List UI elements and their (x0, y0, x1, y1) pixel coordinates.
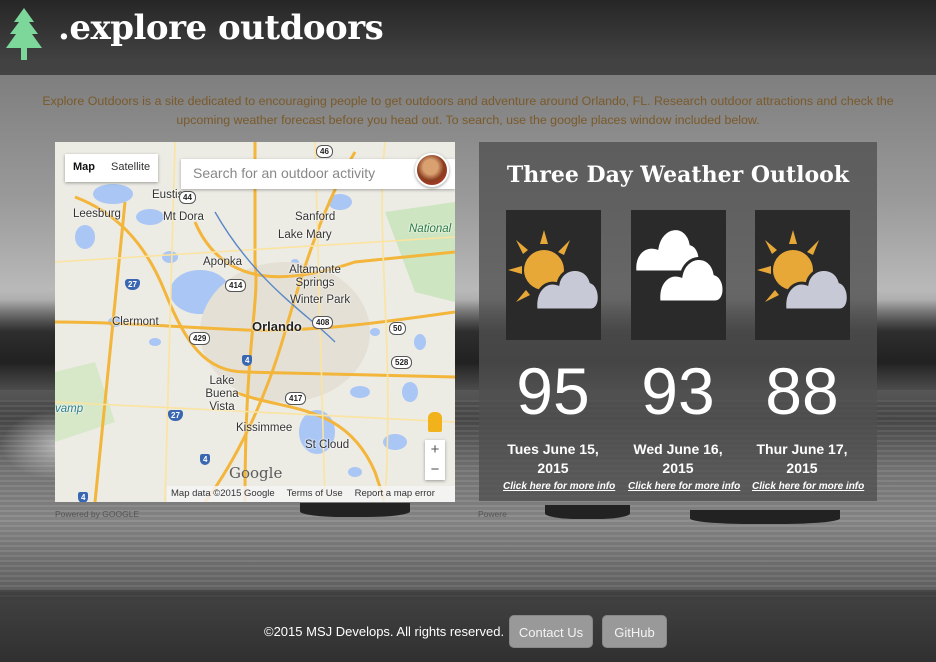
map-type-control: Map Satellite (65, 154, 159, 182)
weather-panel: Three Day Weather Outlook 95 Tues June 1… (479, 142, 877, 501)
pine-tree-icon (6, 8, 42, 60)
boat (300, 503, 410, 517)
weather-day: 93 Wed June 16, 2015 Click here for more… (628, 210, 740, 492)
road-shield: 44 (179, 191, 196, 204)
map-place-label: Mt Dora (163, 211, 204, 223)
road-shield: 408 (312, 316, 334, 329)
intro-text: Explore Outdoors is a site dedicated to … (42, 94, 894, 127)
zoom-in-button[interactable]: + (425, 440, 445, 460)
partly-cloudy-icon (505, 210, 601, 340)
boat (545, 505, 630, 519)
powered-by-label: Powere (478, 509, 507, 519)
boat (690, 510, 840, 524)
temperature: 88 (765, 354, 839, 428)
cloudy-icon (630, 210, 726, 340)
places-search-input[interactable]: Search for an outdoor activity (181, 159, 455, 189)
weather-title: Three Day Weather Outlook (506, 162, 850, 188)
road-shield: 414 (225, 279, 247, 292)
road-shield: 4 (78, 492, 89, 502)
map-place-label: Orlando (252, 319, 302, 334)
map-place-label: Kissimmee (236, 422, 293, 434)
zoom-out-button[interactable]: − (425, 460, 445, 480)
map-place-label: Apopka (203, 256, 243, 268)
contact-us-button[interactable]: Contact Us (509, 615, 593, 648)
map-place-label: Winter Park (290, 294, 351, 306)
temperature: 95 (516, 354, 590, 428)
partly-cloudy-icon (754, 210, 850, 340)
weather-day: 95 Tues June 15, 2015 Click here for mor… (503, 210, 615, 492)
road-shield: 417 (285, 392, 307, 405)
more-info-link[interactable]: Click here for more info (503, 481, 615, 492)
more-info-link[interactable]: Click here for more info (628, 481, 740, 492)
powered-by-google: Powered by GOOGLE (55, 509, 140, 519)
google-map[interactable]: Eustis Leesburg Mt Dora Sanford Lake Mar… (55, 142, 455, 502)
road-shield: 50 (389, 322, 406, 335)
map-type-map-button[interactable]: Map (65, 154, 103, 182)
map-place-label: St Cloud (305, 439, 350, 451)
site-brand[interactable]: .explore outdoors (58, 8, 384, 48)
map-water-label: vamp (55, 403, 84, 415)
map-place-label: Sanford (295, 211, 336, 223)
zoom-control: + − (425, 440, 445, 480)
github-button[interactable]: GitHub (602, 615, 667, 648)
report-map-error-link[interactable]: Report a map error (355, 488, 435, 500)
map-place-label: Lake Mary (278, 229, 332, 241)
weather-day: 88 Thur June 17, 2015 Click here for mor… (752, 210, 864, 492)
road-shield: 46 (316, 145, 333, 158)
forecast-date: Tues June 15, 2015 (507, 441, 599, 476)
site-footer: ©2015 MSJ Develops. All rights reserved.… (0, 590, 936, 662)
more-info-link[interactable]: Click here for more info (752, 481, 864, 492)
map-place-label-text: Lake Buena Vista (205, 375, 239, 413)
copyright-text: ©2015 MSJ Develops. All rights reserved. (264, 624, 505, 639)
map-place-label: Altamonte Springs (285, 264, 345, 290)
map-place-label: Leesburg (73, 208, 121, 220)
map-footer: Map data ©2015 Google Terms of Use Repor… (167, 486, 455, 502)
road-shield: 429 (189, 332, 211, 345)
temperature: 93 (641, 354, 715, 428)
map-place-label-text: Altamonte Springs (289, 264, 341, 289)
forecast-date: Wed June 16, 2015 (633, 441, 723, 476)
street-view-pegman-icon[interactable] (428, 412, 442, 432)
map-type-satellite-button[interactable]: Satellite (103, 154, 158, 182)
map-place-label: Clermont (112, 316, 159, 328)
avatar[interactable] (415, 153, 449, 187)
map-data-credit: Map data ©2015 Google (171, 488, 275, 499)
site-header: .explore outdoors (0, 0, 936, 75)
map-park-label: National S (409, 223, 455, 235)
terms-link[interactable]: Terms of Use (287, 488, 343, 500)
google-logo[interactable]: Google (229, 464, 282, 482)
map-place-label: Lake Buena Vista (192, 375, 252, 414)
road-shield: 528 (391, 356, 413, 369)
forecast-date: Thur June 17, 2015 (756, 441, 848, 476)
